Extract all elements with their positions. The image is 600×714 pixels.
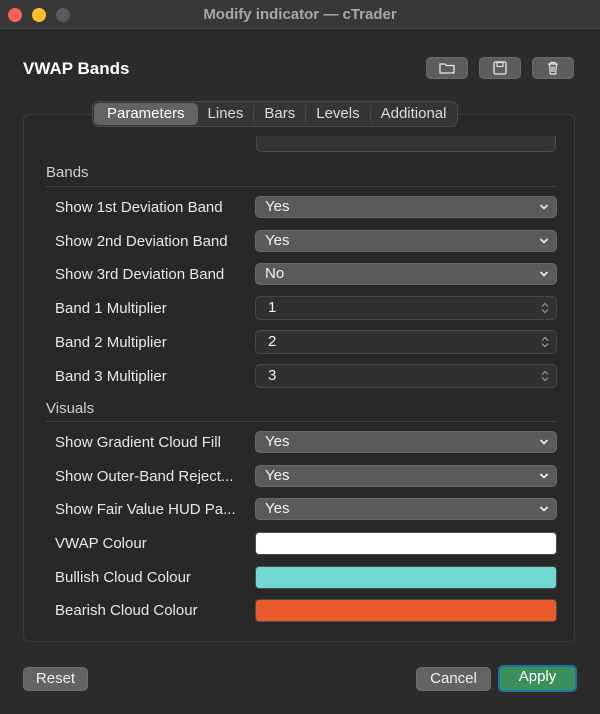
chevron-down-icon (539, 506, 549, 512)
apply-button[interactable]: Apply (498, 665, 577, 692)
show-1st-band-value: Yes (265, 198, 290, 215)
stepper-arrows-icon[interactable] (541, 336, 549, 348)
show-outer-band-reject-select[interactable]: Yes (255, 465, 557, 487)
band-1-multiplier-value: 1 (268, 299, 277, 316)
section-bands-header: Bands (46, 164, 89, 181)
chevron-down-icon (539, 473, 549, 479)
title-bar: Modify indicator — cTrader (0, 0, 600, 31)
show-2nd-band-label: Show 2nd Deviation Band (55, 233, 228, 250)
save-template-button[interactable] (479, 57, 521, 79)
show-1st-band-label: Show 1st Deviation Band (55, 199, 223, 216)
show-3rd-band-select[interactable]: No (255, 263, 557, 285)
band-2-multiplier-label: Band 2 Multiplier (55, 334, 167, 351)
band-1-multiplier-label: Band 1 Multiplier (55, 300, 167, 317)
section-divider (46, 421, 557, 422)
band-2-multiplier-value: 2 (268, 333, 277, 350)
show-outer-band-reject-value: Yes (265, 467, 290, 484)
bullish-cloud-colour-label: Bullish Cloud Colour (55, 569, 191, 586)
show-fair-value-hud-value: Yes (265, 500, 290, 517)
show-3rd-band-value: No (265, 265, 285, 282)
tab-levels[interactable]: Levels (305, 103, 369, 125)
show-2nd-band-value: Yes (265, 232, 290, 249)
reset-button[interactable]: Reset (23, 667, 88, 691)
show-gradient-cloud-select[interactable]: Yes (255, 431, 557, 453)
show-1st-band-select[interactable]: Yes (255, 196, 557, 218)
band-3-multiplier-label: Band 3 Multiplier (55, 368, 167, 385)
show-3rd-band-label: Show 3rd Deviation Band (55, 266, 225, 283)
bearish-cloud-colour-swatch[interactable] (255, 599, 557, 622)
trash-icon (548, 61, 558, 75)
tab-parameters[interactable]: Parameters (94, 103, 198, 125)
show-outer-band-reject-label: Show Outer-Band Reject... (55, 468, 234, 485)
save-icon (493, 61, 507, 75)
bullish-cloud-colour-swatch[interactable] (255, 566, 557, 589)
chevron-down-icon (539, 204, 549, 210)
bearish-cloud-colour-label: Bearish Cloud Colour (55, 602, 198, 619)
show-fair-value-hud-label: Show Fair Value HUD Pa... (55, 501, 236, 518)
band-3-multiplier-value: 3 (268, 367, 277, 384)
show-fair-value-hud-select[interactable]: Yes (255, 498, 557, 520)
window-title: Modify indicator — cTrader (203, 6, 397, 23)
delete-template-button[interactable] (532, 57, 574, 79)
tab-additional[interactable]: Additional (369, 103, 457, 125)
tab-lines[interactable]: Lines (198, 103, 254, 125)
section-visuals-header: Visuals (46, 400, 95, 417)
tab-bars[interactable]: Bars (253, 103, 305, 125)
show-gradient-cloud-label: Show Gradient Cloud Fill (55, 434, 221, 451)
tab-bar: Parameters Lines Bars Levels Additional (92, 101, 459, 127)
stepper-arrows-icon[interactable] (541, 370, 549, 382)
band-2-multiplier-stepper[interactable]: 2 (255, 330, 557, 354)
scrolled-parameter-input[interactable] (256, 136, 556, 152)
stepper-arrows-icon[interactable] (541, 302, 549, 314)
show-gradient-cloud-value: Yes (265, 433, 290, 450)
show-2nd-band-select[interactable]: Yes (255, 230, 557, 252)
section-divider (46, 186, 557, 187)
chevron-down-icon (539, 271, 549, 277)
vwap-colour-label: VWAP Colour (55, 535, 147, 552)
indicator-name: VWAP Bands (23, 59, 130, 78)
band-1-multiplier-stepper[interactable]: 1 (255, 296, 557, 320)
open-template-button[interactable] (426, 57, 468, 79)
chevron-down-icon (539, 238, 549, 244)
cancel-button[interactable]: Cancel (416, 667, 491, 691)
vwap-colour-swatch[interactable] (255, 532, 557, 555)
band-3-multiplier-stepper[interactable]: 3 (255, 364, 557, 388)
folder-icon (439, 63, 455, 74)
chevron-down-icon (539, 439, 549, 445)
